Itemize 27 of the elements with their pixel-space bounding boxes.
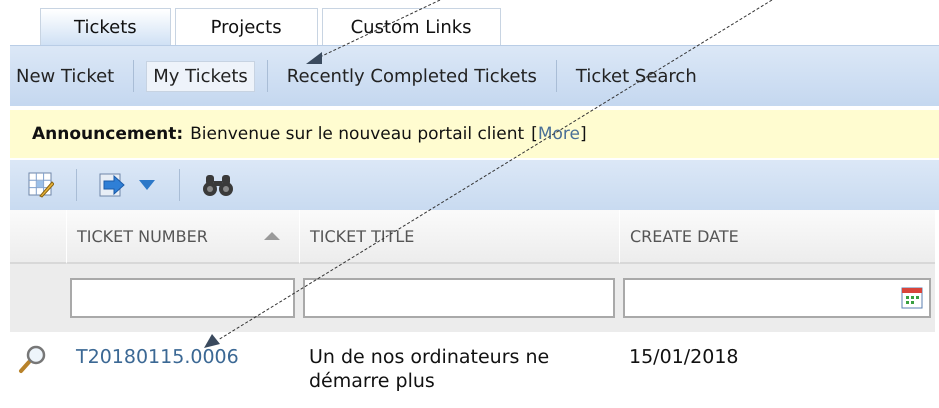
search-icon[interactable] [18,344,48,374]
dropdown-caret-icon[interactable] [137,179,157,191]
column-header[interactable]: TICKET TITLE [299,210,619,264]
announcement-text: Bienvenue sur le nouveau portail client [190,124,524,144]
subnav-link[interactable]: My Tickets [146,60,255,92]
tab[interactable]: Tickets [40,8,171,45]
tab[interactable]: Custom Links [322,8,501,45]
announcement-label: Announcement: [32,124,184,144]
table-cell-text: Un de nos ordinateurs ne démarre plus [309,345,550,393]
date-filter-field[interactable] [623,278,931,318]
column-header[interactable]: TICKET NUMBER [66,210,299,264]
more-link[interactable]: More [538,124,580,144]
ticket-number-link[interactable]: T20180115.0006 [76,346,239,368]
header-cell [10,210,66,264]
grid-edit-icon[interactable] [28,172,54,198]
bracket-text: [ [531,124,538,144]
subnav-link[interactable]: Recently Completed Tickets [280,60,544,92]
binoculars-icon[interactable] [202,173,234,197]
bracket-text: ] [580,124,587,144]
filter-field[interactable] [70,278,295,318]
filter-field[interactable] [303,278,615,318]
tab[interactable]: Projects [174,8,318,45]
subnav-link[interactable]: Ticket Search [568,60,704,92]
subnav-link[interactable]: New Ticket [10,60,122,92]
column-header[interactable]: CREATE DATE [619,210,935,264]
table-cell: 15/01/2018 [629,346,739,368]
calendar-icon[interactable] [901,287,923,309]
